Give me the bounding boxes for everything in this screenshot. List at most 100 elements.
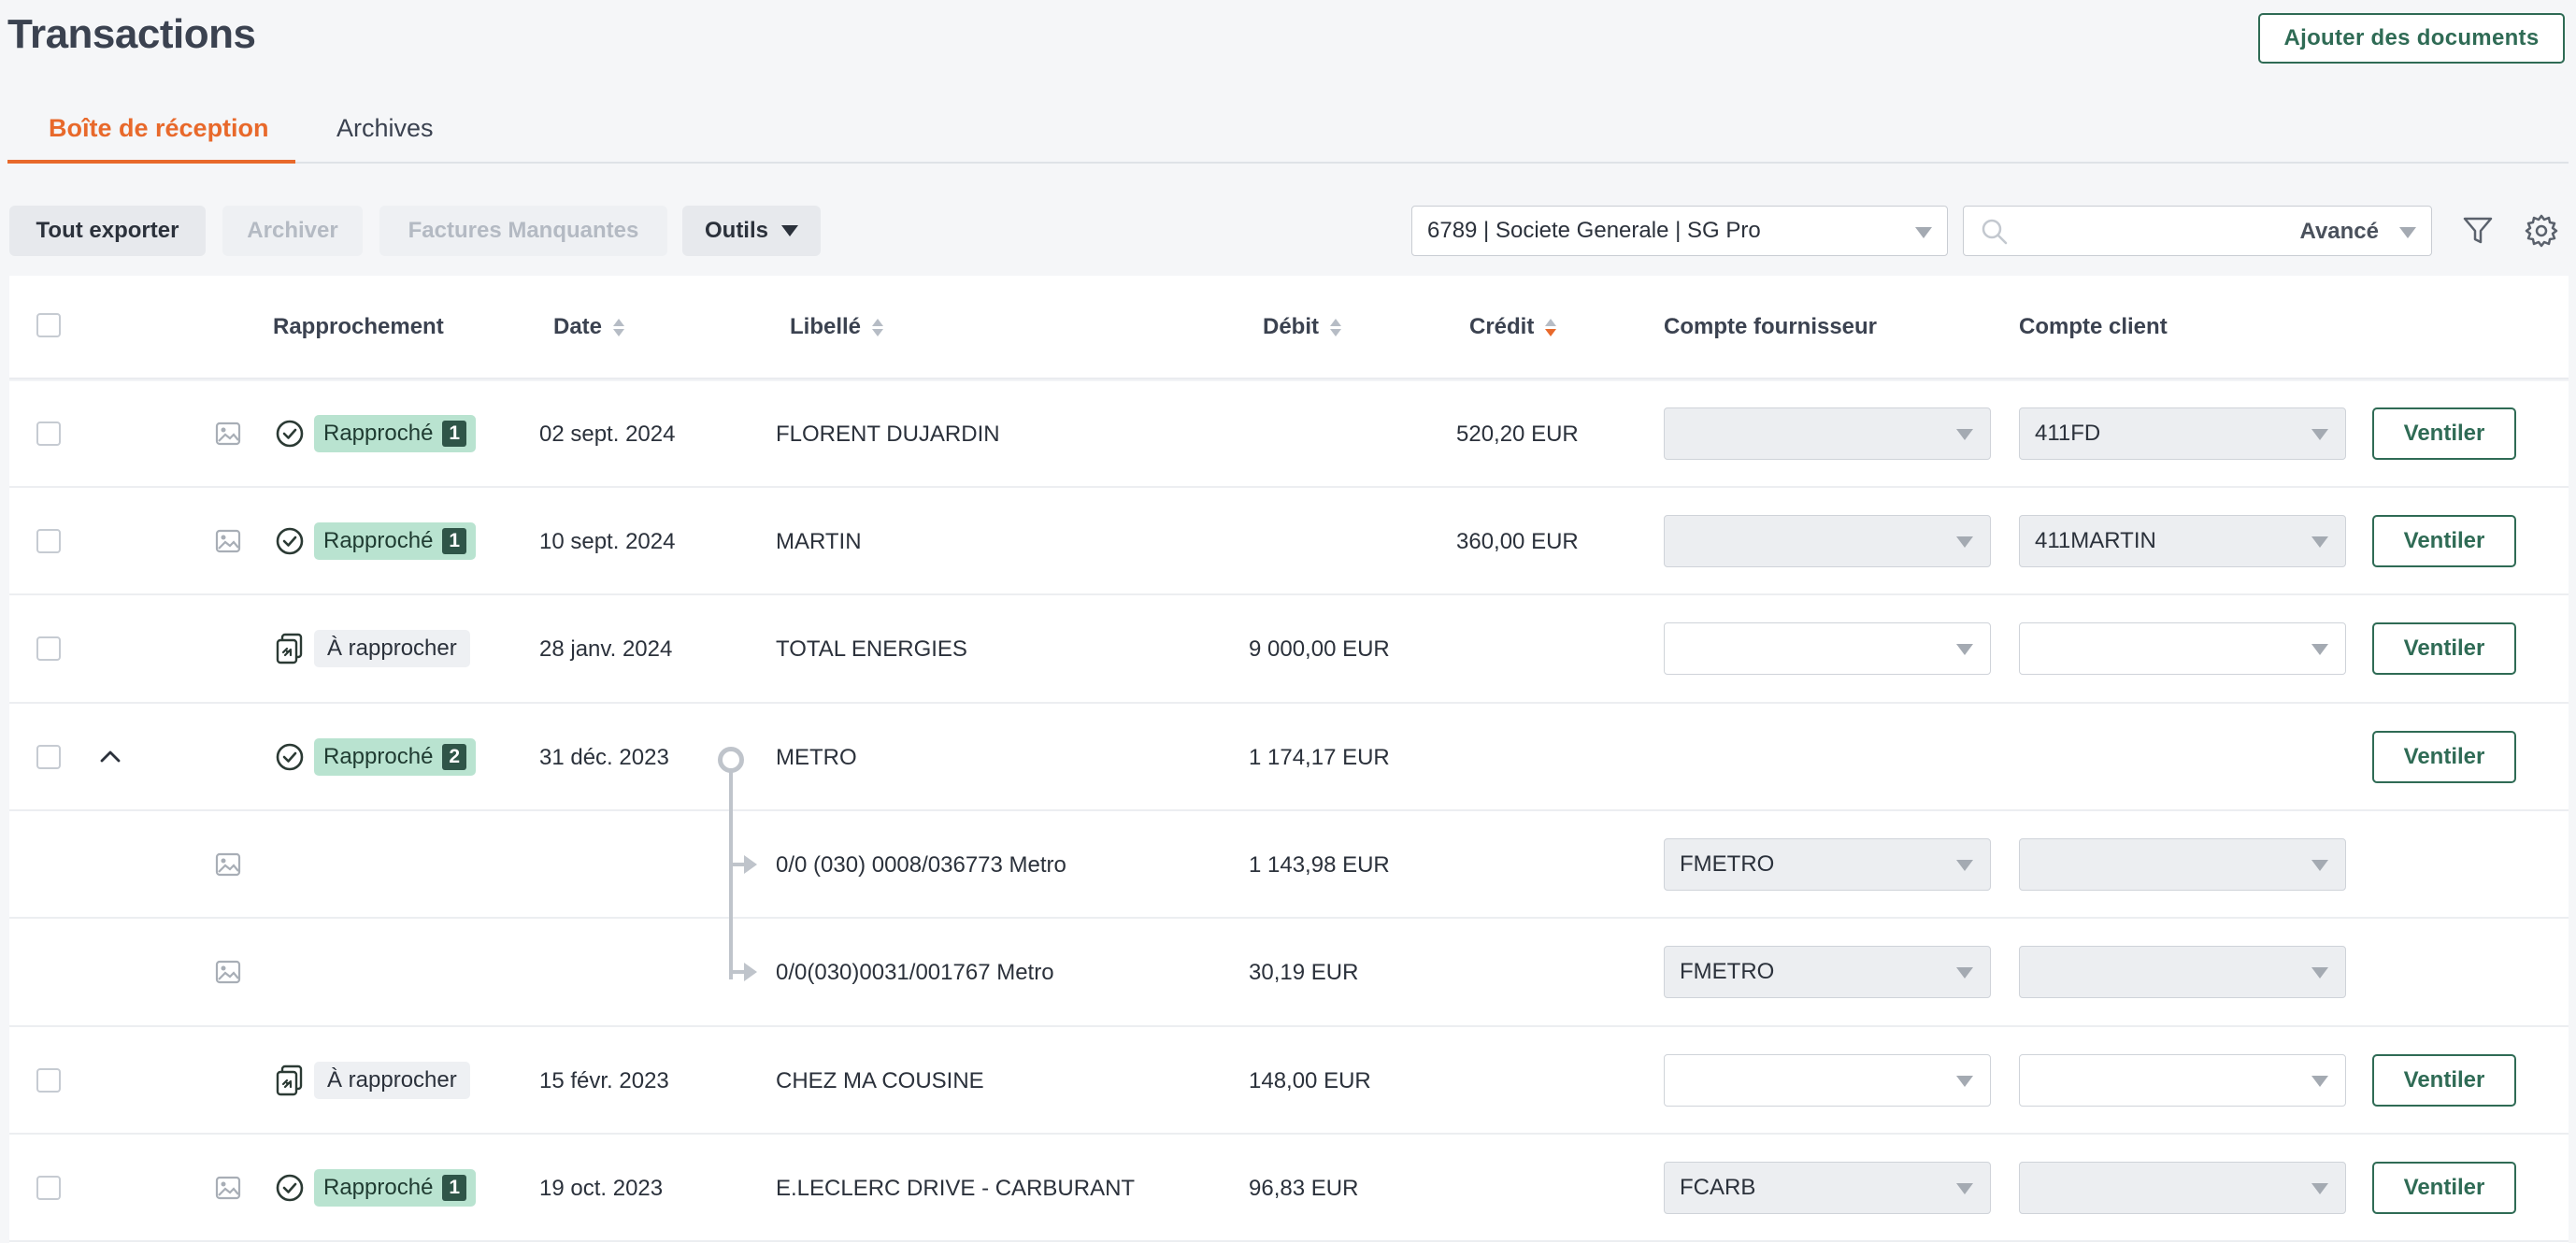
chevron-down-icon: [2311, 860, 2328, 871]
search-icon: [1982, 219, 2008, 245]
column-header-debit[interactable]: Débit: [1263, 314, 1341, 340]
select-all-checkbox[interactable]: [36, 313, 61, 337]
row-checkbox[interactable]: [36, 529, 61, 553]
chevron-down-icon: [1956, 429, 1973, 440]
match-count-badge: 1: [442, 1175, 467, 1201]
bank-account-select[interactable]: 6789 | Societe Generale | SG Pro: [1411, 206, 1948, 256]
split-tree-node: [718, 747, 744, 773]
client-account-select[interactable]: [2019, 622, 2346, 675]
export-all-button[interactable]: Tout exporter: [9, 206, 206, 256]
chevron-down-icon: [2399, 227, 2416, 238]
supplier-account-select[interactable]: [1664, 407, 1991, 460]
status-badge[interactable]: Rapproché 1: [314, 522, 477, 560]
chevron-down-icon: [2311, 536, 2328, 548]
client-account-select[interactable]: [2019, 838, 2346, 891]
split-line-debit: 30,19 EUR: [1249, 960, 1359, 985]
transaction-date: 31 déc. 2023: [539, 745, 669, 770]
chevron-down-icon: [2311, 967, 2328, 979]
add-documents-button[interactable]: Ajouter des documents: [2258, 13, 2565, 64]
check-circle-icon: [276, 527, 304, 555]
supplier-account-select[interactable]: [1664, 1054, 1991, 1107]
row-divider: [9, 702, 2569, 704]
transaction-label: MARTIN: [776, 529, 862, 554]
row-checkbox[interactable]: [36, 745, 61, 769]
documents-link-icon: [276, 633, 303, 664]
client-account-select[interactable]: 411MARTIN: [2019, 515, 2346, 567]
chevron-down-icon: [781, 225, 798, 236]
client-account-select[interactable]: [2019, 946, 2346, 998]
transaction-date: 10 sept. 2024: [539, 529, 676, 554]
missing-invoices-button[interactable]: Factures Manquantes: [379, 206, 667, 256]
gear-icon[interactable]: [2524, 213, 2559, 249]
ventiler-button[interactable]: Ventiler: [2372, 1054, 2516, 1107]
tab-active-indicator: [7, 160, 295, 164]
image-icon[interactable]: [214, 527, 242, 555]
row-checkbox[interactable]: [36, 1176, 61, 1200]
chevron-down-icon: [1956, 1076, 1973, 1087]
status-badge[interactable]: Rapproché 2: [314, 738, 477, 776]
documents-link-icon: [276, 1064, 303, 1096]
column-header-credit[interactable]: Crédit: [1469, 314, 1557, 340]
row-checkbox[interactable]: [36, 421, 61, 446]
transaction-credit: 520,20 EUR: [1456, 421, 1579, 447]
arrow-right-icon: [744, 855, 757, 874]
client-account-select[interactable]: [2019, 1054, 2346, 1107]
column-header-supplier-account: Compte fournisseur: [1664, 314, 1878, 339]
ventiler-button[interactable]: Ventiler: [2372, 407, 2516, 460]
supplier-account-select[interactable]: [1664, 622, 1991, 675]
chevron-up-icon[interactable]: [97, 745, 123, 769]
transaction-debit: 1 174,17 EUR: [1249, 745, 1390, 770]
transaction-debit: 96,83 EUR: [1249, 1176, 1359, 1201]
transaction-date: 15 févr. 2023: [539, 1068, 669, 1093]
tab-archives[interactable]: Archives: [336, 114, 434, 143]
column-header-reconciliation: Rapprochement: [273, 314, 444, 339]
supplier-account-select[interactable]: FMETRO: [1664, 946, 1991, 998]
split-tree-connector: [729, 763, 733, 979]
image-icon[interactable]: [214, 1174, 242, 1202]
supplier-account-select[interactable]: FCARB: [1664, 1162, 1991, 1214]
column-header-label[interactable]: Libellé: [790, 314, 884, 340]
sort-active-icon: [1545, 318, 1557, 336]
row-divider: [9, 917, 2569, 919]
match-count-badge: 2: [442, 744, 467, 770]
tools-button[interactable]: Outils: [682, 206, 821, 256]
client-account-select[interactable]: 411FD: [2019, 407, 2346, 460]
filter-icon[interactable]: [2460, 213, 2496, 249]
search-input[interactable]: Avancé: [1963, 206, 2432, 256]
ventiler-button[interactable]: Ventiler: [2372, 622, 2516, 675]
split-line-label: 0/0 (030) 0008/036773 Metro: [776, 852, 1066, 878]
supplier-account-select[interactable]: [1664, 515, 1991, 567]
sort-icon: [1330, 318, 1341, 336]
status-badge[interactable]: À rapprocher: [314, 630, 470, 667]
column-header-date[interactable]: Date: [553, 314, 625, 340]
split-line-label: 0/0(030)0031/001767 Metro: [776, 960, 1054, 985]
client-account-select[interactable]: [2019, 1162, 2346, 1214]
check-circle-icon: [276, 1174, 304, 1202]
ventiler-button[interactable]: Ventiler: [2372, 1162, 2516, 1214]
status-badge[interactable]: Rapproché 1: [314, 1169, 477, 1207]
supplier-account-select[interactable]: FMETRO: [1664, 838, 1991, 891]
status-badge[interactable]: Rapproché 1: [314, 415, 477, 452]
match-count-badge: 1: [442, 421, 467, 447]
archive-button[interactable]: Archiver: [222, 206, 363, 256]
advanced-search-toggle[interactable]: Avancé: [2300, 219, 2380, 245]
ventiler-button[interactable]: Ventiler: [2372, 515, 2516, 567]
row-checkbox[interactable]: [36, 636, 61, 661]
row-divider: [9, 1240, 2569, 1242]
chevron-down-icon: [1956, 536, 1973, 548]
transaction-label: E.LECLERC DRIVE - CARBURANT: [776, 1176, 1136, 1201]
row-divider: [9, 1025, 2569, 1027]
transaction-label: CHEZ MA COUSINE: [776, 1068, 984, 1093]
row-checkbox[interactable]: [36, 1068, 61, 1093]
check-circle-icon: [276, 420, 304, 448]
chevron-down-icon: [1956, 967, 1973, 979]
transaction-debit: 148,00 EUR: [1249, 1068, 1371, 1093]
transaction-label: FLORENT DUJARDIN: [776, 421, 1000, 447]
tab-inbox[interactable]: Boîte de réception: [49, 114, 269, 143]
ventiler-button[interactable]: Ventiler: [2372, 731, 2516, 783]
status-badge[interactable]: À rapprocher: [314, 1062, 470, 1099]
transaction-credit: 360,00 EUR: [1456, 529, 1579, 554]
image-icon[interactable]: [214, 958, 242, 986]
image-icon[interactable]: [214, 850, 242, 879]
image-icon[interactable]: [214, 420, 242, 448]
